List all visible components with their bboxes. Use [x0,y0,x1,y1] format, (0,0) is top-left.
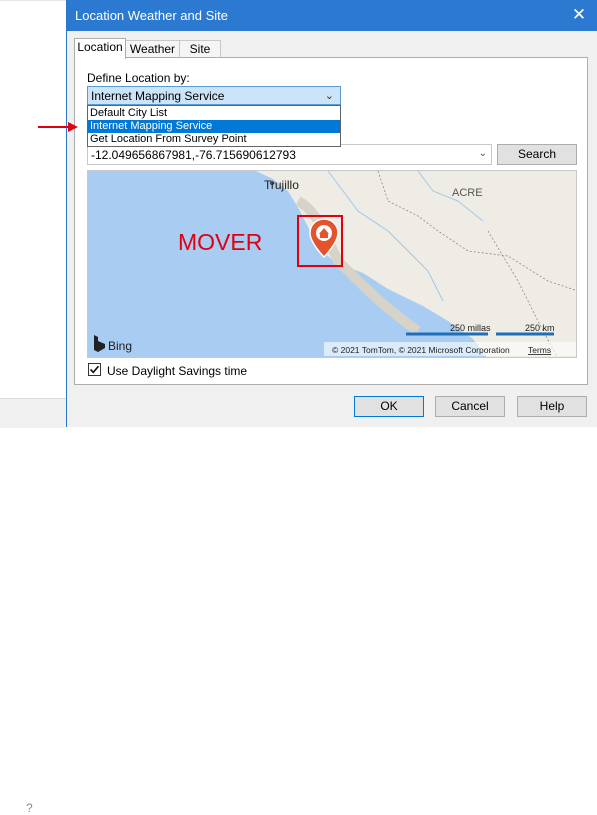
red-arrow-annotation [38,122,78,132]
map-terms-link[interactable]: Terms [528,345,551,355]
tab-site[interactable]: Site [179,40,221,58]
coordinates-combo[interactable]: -12.049656867981,-76.715690612793 ⌄ [87,144,492,165]
map-view[interactable]: Trujillo ACRE MOVER 250 millas 250 km © … [87,170,577,358]
search-button[interactable]: Search [497,144,577,165]
chevron-down-icon[interactable]: ⌄ [325,89,334,102]
background-window [0,0,66,427]
background-status-strip: ? [0,398,66,815]
define-location-selected: Internet Mapping Service [91,89,225,103]
dropdown-option-survey-point[interactable]: Get Location From Survey Point [88,133,340,146]
define-location-dropdown-list: Default City List Internet Mapping Servi… [87,105,341,147]
ok-button[interactable]: OK [354,396,424,417]
checkmark-icon [89,365,100,374]
location-weather-dialog: Location Weather and Site ✕ Location Wea… [66,0,597,427]
dropdown-option-default-city[interactable]: Default City List [88,107,340,120]
mover-annotation: MOVER [178,229,262,255]
daylight-savings-checkbox[interactable] [88,363,101,376]
map-copyright: © 2021 TomTom, © 2021 Microsoft Corporat… [332,345,510,355]
dialog-title: Location Weather and Site [75,8,228,23]
scale-miles-label: 250 millas [450,323,491,333]
close-icon[interactable]: ✕ [569,5,589,25]
define-location-label: Define Location by: [87,71,190,85]
help-button[interactable]: Help [517,396,587,417]
bing-logo-text: Bing [108,339,132,353]
dropdown-option-internet-mapping[interactable]: Internet Mapping Service [88,120,340,133]
daylight-savings-label[interactable]: Use Daylight Savings time [107,364,247,378]
map-city-label: Trujillo [264,178,299,192]
map-region-label: ACRE [452,187,483,199]
background-divider [0,0,66,1]
scale-km-label: 250 km [525,323,555,333]
define-location-combo[interactable]: Internet Mapping Service ⌄ [87,86,341,105]
title-bar[interactable]: Location Weather and Site ✕ [67,0,597,31]
tab-weather[interactable]: Weather [125,40,180,58]
background-help-icon[interactable]: ? [26,801,33,815]
map-canvas: Trujillo ACRE MOVER 250 millas 250 km © … [88,171,576,357]
tab-location[interactable]: Location [74,38,126,59]
chevron-down-icon[interactable]: ⌄ [479,148,487,159]
coordinates-value: -12.049656867981,-76.715690612793 [91,148,296,162]
cancel-button[interactable]: Cancel [435,396,505,417]
